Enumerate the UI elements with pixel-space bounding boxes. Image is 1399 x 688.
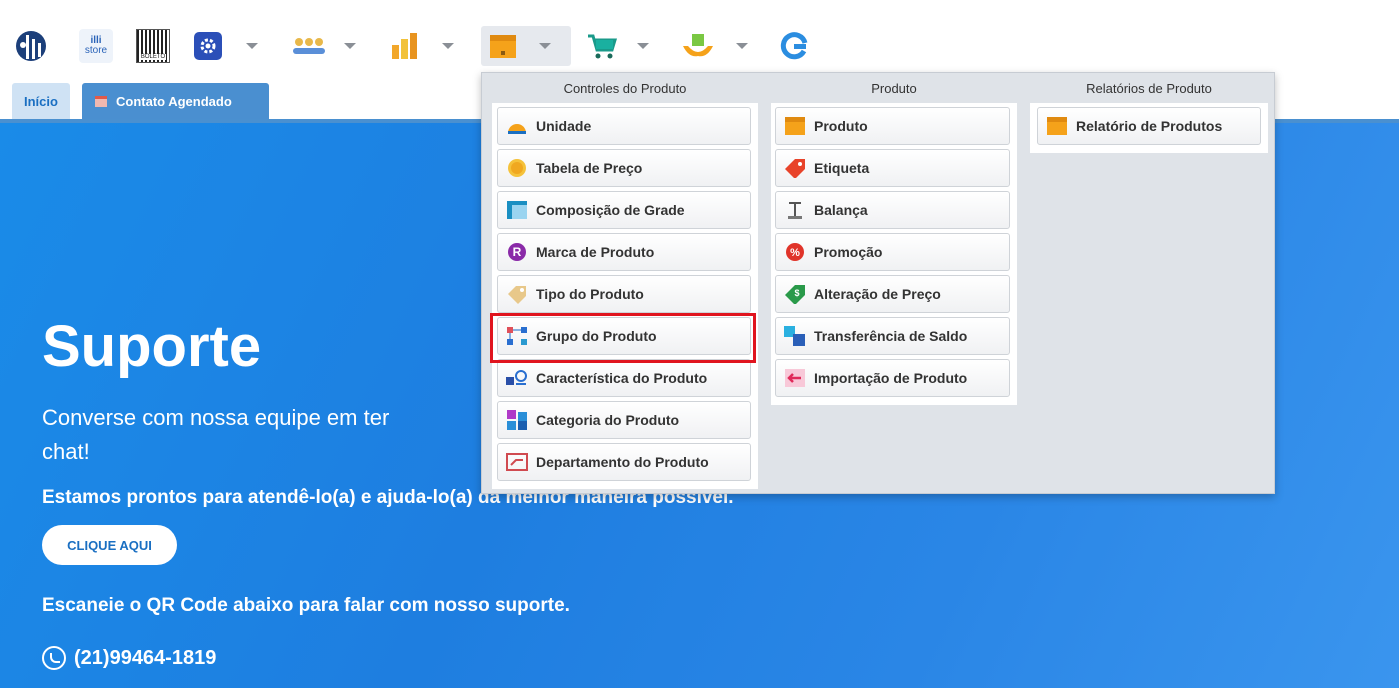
menu-item-label: Transferência de Saldo: [814, 328, 968, 344]
menu-item-balanca[interactable]: Balança: [775, 191, 1010, 229]
product-box-icon: [490, 35, 516, 58]
menu-item-produto[interactable]: Produto: [775, 107, 1010, 145]
hands-box-icon[interactable]: [677, 26, 719, 66]
registered-icon: R: [506, 242, 528, 262]
menu-item-caracteristica-produto[interactable]: Característica do Produto: [497, 359, 751, 397]
menu-item-label: Relatório de Produtos: [1076, 118, 1223, 134]
people-icon[interactable]: [287, 26, 331, 66]
col-product: Produto Etiqueta Balança % Promoção $ Al…: [771, 103, 1017, 405]
cart-icon[interactable]: [582, 26, 622, 66]
import-arrow-icon: [784, 368, 806, 388]
menu-item-tabela-preco[interactable]: Tabela de Preço: [497, 149, 751, 187]
hero-title: Suporte: [42, 314, 262, 379]
hero-subtitle-end: chat!: [42, 439, 90, 464]
settings-dropdown-caret[interactable]: [246, 43, 258, 49]
menu-item-promocao[interactable]: % Promoção: [775, 233, 1010, 271]
highlight-box: [490, 313, 756, 363]
label-tag-icon: [784, 158, 806, 178]
menu-item-label: Composição de Grade: [536, 202, 685, 218]
transfer-icon: [784, 326, 806, 346]
tab-home[interactable]: Início: [12, 83, 70, 119]
department-icon: [506, 452, 528, 472]
svg-text:$: $: [794, 288, 799, 298]
menu-item-departamento-produto[interactable]: Departamento do Produto: [497, 443, 751, 481]
grid-table-icon: [506, 200, 528, 220]
menu-item-unidade[interactable]: Unidade: [497, 107, 751, 145]
phone-number: (21)99464-1819: [74, 646, 217, 669]
menu-item-marca-produto[interactable]: R Marca de Produto: [497, 233, 751, 271]
menu-item-label: Departamento do Produto: [536, 454, 709, 470]
tag-icon: [506, 284, 528, 304]
menu-item-tipo-produto[interactable]: Tipo do Produto: [497, 275, 751, 313]
menu-item-label: Característica do Produto: [536, 370, 708, 386]
unit-scale-icon: [506, 116, 528, 136]
feature-icon: [506, 368, 528, 388]
boleto-barcode-icon[interactable]: BOLETO: [134, 26, 172, 66]
menu-item-label: Tipo do Produto: [536, 286, 644, 302]
menu-item-label: Balança: [814, 202, 868, 218]
col-product-reports-heading: Relatórios de Produto: [1086, 81, 1212, 96]
product-box-icon: [784, 116, 806, 136]
menu-item-categoria-produto[interactable]: Categoria do Produto: [497, 401, 751, 439]
tab-home-label: Início: [24, 93, 58, 109]
boleto-label: BOLETO: [139, 54, 167, 60]
menu-item-label: Tabela de Preço: [536, 160, 643, 176]
menu-item-label: Alteração de Preço: [814, 286, 941, 302]
menu-item-label: Marca de Produto: [536, 244, 655, 260]
menu-item-transferencia-saldo[interactable]: Transferência de Saldo: [775, 317, 1010, 355]
menu-item-label: Etiqueta: [814, 160, 870, 176]
product-dropdown-caret[interactable]: [539, 43, 551, 49]
svg-text:%: %: [790, 247, 800, 259]
col-product-reports: Relatório de Produtos: [1030, 103, 1268, 153]
illi-store-icon[interactable]: illi store: [78, 26, 114, 66]
menu-item-alteracao-preco[interactable]: $ Alteração de Preço: [775, 275, 1010, 313]
tab-contact-scheduled[interactable]: Contato Agendado: [82, 83, 269, 119]
store-label-bottom: store: [84, 45, 108, 56]
chart-dropdown-caret[interactable]: [442, 43, 454, 49]
people-dropdown-caret[interactable]: [344, 43, 356, 49]
whatsapp-icon: [42, 646, 66, 670]
col-product-controls: Unidade Tabela de Preço Composição de Gr…: [492, 103, 758, 489]
menu-item-label: Promoção: [814, 244, 883, 260]
menu-item-composicao-grade[interactable]: Composição de Grade: [497, 191, 751, 229]
tab-contact-label: Contato Agendado: [116, 93, 232, 109]
settings-icon[interactable]: [190, 26, 226, 66]
menu-item-etiqueta[interactable]: Etiqueta: [775, 149, 1010, 187]
refresh-g-icon[interactable]: [776, 26, 812, 66]
click-here-button[interactable]: CLIQUE AQUI: [42, 525, 177, 565]
product-dropdown-menu: Controles do Produto Unidade Tabela de P…: [481, 72, 1275, 494]
menu-item-label: Importação de Produto: [814, 370, 968, 386]
hero-subtitle: Converse com nossa equipe em ter chat!: [42, 401, 502, 469]
scan-qr-text: Escaneie o QR Code abaixo para falar com…: [42, 595, 570, 616]
report-box-icon: [1046, 116, 1068, 136]
coin-icon: [506, 158, 528, 178]
hands-dropdown-caret[interactable]: [736, 43, 748, 49]
col-product-heading: Produto: [871, 81, 917, 96]
category-blocks-icon: [506, 410, 528, 430]
calendar-icon: [95, 96, 107, 107]
svg-text:R: R: [513, 245, 522, 259]
menu-item-importacao-produto[interactable]: Importação de Produto: [775, 359, 1010, 397]
scale-icon: [784, 200, 806, 220]
main-toolbar: illi store BOLETO: [0, 0, 1399, 76]
col-product-controls-heading: Controles do Produto: [563, 81, 687, 96]
cart-dropdown-caret[interactable]: [637, 43, 649, 49]
menu-item-label: Produto: [814, 118, 868, 134]
discount-badge-icon: %: [784, 242, 806, 262]
menu-item-label: Unidade: [536, 118, 592, 134]
menu-item-label: Categoria do Produto: [536, 412, 680, 428]
menu-item-relatorio-produtos[interactable]: Relatório de Produtos: [1037, 107, 1261, 145]
hero-subtitle-start: Converse com nossa equipe em ter: [42, 405, 390, 430]
phone-contact[interactable]: (21)99464-1819: [42, 646, 216, 670]
product-menu-button[interactable]: [481, 26, 571, 66]
app-logo-icon[interactable]: [14, 26, 50, 66]
bar-chart-icon[interactable]: [386, 26, 424, 66]
price-change-icon: $: [784, 284, 806, 304]
